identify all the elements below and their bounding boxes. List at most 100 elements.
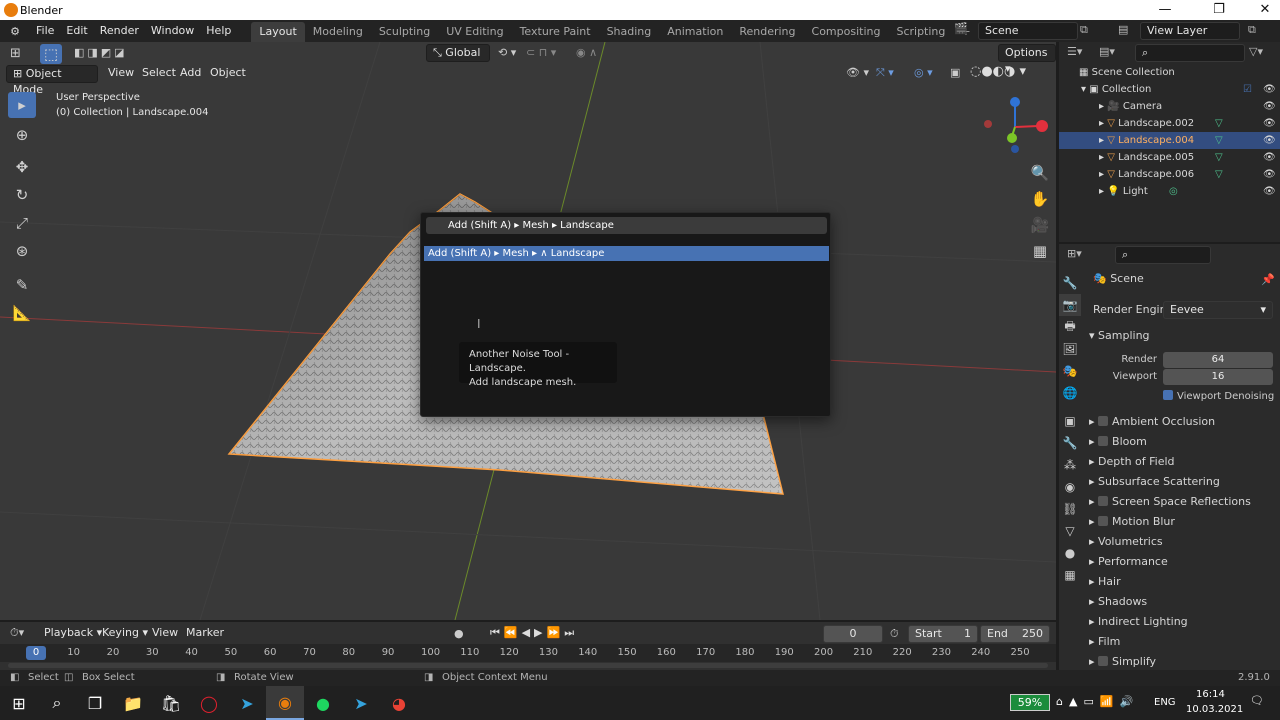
viewport-menu-add[interactable]: Add (174, 62, 207, 84)
proportional-edit-icon[interactable]: ◉ ∧ (576, 46, 597, 59)
measure-tool-icon[interactable]: 📐 (8, 300, 36, 326)
cursor-tool-icon[interactable]: ⊕ (8, 122, 36, 148)
tab-modeling[interactable]: Modeling (305, 22, 371, 42)
playback-controls-icon[interactable]: ⏮⏪◀▶⏩⏭ (490, 626, 578, 640)
render-tab-icon[interactable]: 📷 (1059, 294, 1081, 316)
outliner-scene-collection[interactable]: ▦ Scene Collection (1059, 64, 1280, 81)
spotify-icon[interactable]: ● (304, 686, 342, 720)
display-mode-icon[interactable]: ▤▾ (1099, 45, 1115, 58)
panel-performance[interactable]: ▸ Performance (1089, 552, 1280, 572)
eye-icon[interactable]: 👁 (1263, 183, 1276, 200)
store-icon[interactable]: 🛍 (152, 686, 190, 720)
panel-volumetrics[interactable]: ▸ Volumetrics (1089, 532, 1280, 552)
close-icon[interactable]: ✕ (1250, 2, 1280, 17)
checkbox-icon[interactable] (1098, 516, 1109, 526)
eye-icon[interactable]: 👁 (1263, 149, 1276, 166)
visibility-icon[interactable]: 👁 ▾ (846, 66, 869, 79)
battery-indicator[interactable]: 59% (1010, 694, 1050, 711)
windows-start-icon[interactable]: ⊞ (0, 686, 38, 720)
output-tab-icon[interactable]: 🖶 (1059, 316, 1081, 338)
new-scene-icon[interactable]: ⧉ (1080, 23, 1088, 37)
view-layer-icon[interactable]: ▤ (1118, 23, 1128, 36)
shading-mode-icons[interactable]: ◌●◐◑ ▾ (970, 64, 1026, 79)
blender-menu-icon[interactable]: ⚙ (0, 25, 30, 38)
pan-hand-icon[interactable]: ✋ (1026, 186, 1054, 212)
viewport-menu-object[interactable]: Object (204, 62, 252, 84)
menu-render[interactable]: Render (94, 20, 145, 42)
object-mode-dropdown[interactable]: ⊞ Object Mode (6, 65, 98, 96)
modifier-tab-icon[interactable]: 🔧 (1059, 432, 1081, 454)
clock-date[interactable]: 10.03.2021 (1186, 704, 1243, 715)
tab-layout[interactable]: Layout (251, 21, 305, 42)
physics-tab-icon[interactable]: ◉ (1059, 476, 1081, 498)
panel-depth-of-field[interactable]: ▸ Depth of Field (1089, 452, 1280, 472)
select-box-tool-icon[interactable]: ▸ (8, 92, 36, 118)
constraints-tab-icon[interactable]: ⛓ (1059, 498, 1081, 520)
current-frame-field[interactable]: 0 (823, 625, 883, 643)
tab-animation[interactable]: Animation (659, 22, 731, 42)
panel-subsurface-scattering[interactable]: ▸ Subsurface Scattering (1089, 472, 1280, 492)
annotate-tool-icon[interactable]: ✎ (8, 272, 36, 298)
scale-tool-icon[interactable]: ⤢ (8, 210, 36, 236)
outliner-editor-icon[interactable]: ☰▾ (1067, 45, 1082, 58)
view-layer-field[interactable]: View Layer (1140, 22, 1240, 40)
minimize-icon[interactable]: — (1150, 2, 1180, 17)
timeline-ruler[interactable]: 0 10 20 30 40 50 60 70 80 90 100 110 120 130 140 150 16… (0, 644, 1056, 662)
xray-icon[interactable]: ▣ (950, 66, 960, 79)
panel-screen-space-reflections[interactable]: ▸ Screen Space Reflections (1089, 492, 1280, 512)
properties-editor-icon[interactable]: ⊞▾ (1067, 247, 1082, 260)
properties-search-input[interactable]: ⌕ (1115, 246, 1211, 264)
search-result-landscape[interactable]: Add (Shift A) ▸ Mesh ▸ ∧ Landscape (424, 246, 829, 261)
maximize-icon[interactable]: ❐ (1204, 2, 1234, 17)
eye-icon[interactable]: 👁 (1263, 98, 1276, 115)
ortho-grid-icon[interactable]: ▦ (1026, 238, 1054, 264)
record-icon[interactable]: ● (454, 627, 464, 640)
blender-taskbar-icon[interactable]: ◉ (266, 686, 304, 720)
panel-shadows[interactable]: ▸ Shadows (1089, 592, 1280, 612)
tool-tab-icon[interactable]: 🔧 (1059, 272, 1081, 294)
checkbox-icon[interactable] (1098, 496, 1109, 506)
world-tab-icon[interactable]: 🌐 (1059, 382, 1081, 404)
select-tool-icon[interactable]: ⬚ (40, 44, 62, 64)
tab-uv-editing[interactable]: UV Editing (438, 22, 511, 42)
outliner-item-landscape-005[interactable]: ▸ ▽ Landscape.005 ▽ 👁 (1059, 149, 1280, 166)
telegram-icon[interactable]: ➤ (228, 686, 266, 720)
eye-icon[interactable]: 👁 (1263, 81, 1276, 98)
timeline-editor-icon[interactable]: ⏱▾ (10, 626, 24, 640)
outliner-item-landscape-004[interactable]: ▸ ▽ Landscape.004 ▽ 👁 (1059, 132, 1280, 149)
particles-tab-icon[interactable]: ⁂ (1059, 454, 1081, 476)
playhead[interactable]: 0 (26, 646, 46, 660)
tab-compositing[interactable]: Compositing (804, 22, 889, 42)
pin-icon[interactable]: 📌 (1261, 273, 1275, 286)
pivot-icon[interactable]: ⟲ ▾ (498, 46, 516, 59)
move-tool-icon[interactable]: ✥ (8, 154, 36, 180)
texture-tab-icon[interactable]: ▦ (1059, 564, 1081, 586)
camera-view-icon[interactable]: 🎥 (1026, 212, 1054, 238)
opera-icon[interactable]: ◯ (190, 686, 228, 720)
timeline-scrollbar[interactable] (8, 663, 1048, 668)
notification-icon[interactable]: 🗨 (1250, 694, 1264, 707)
checkbox-icon[interactable] (1098, 436, 1109, 446)
editor-type-icon[interactable]: ⊞ (10, 46, 21, 61)
checkbox-icon[interactable] (1098, 416, 1109, 426)
filter-icon[interactable]: ▽▾ (1249, 45, 1263, 58)
panel-motion-blur[interactable]: ▸ Motion Blur (1089, 512, 1280, 532)
menu-window[interactable]: Window (145, 20, 200, 42)
outliner-item-landscape-006[interactable]: ▸ ▽ Landscape.006 ▽ 👁 (1059, 166, 1280, 183)
start-frame-field[interactable]: Start 1 (908, 625, 978, 643)
overlay-icon[interactable]: ◎ ▾ (914, 66, 933, 79)
select-mode-icons[interactable]: ◧◨◩◪ (74, 46, 128, 59)
snap-icon[interactable]: ⊂ ⊓ ▾ (526, 46, 556, 59)
checkbox-icon[interactable] (1098, 656, 1109, 666)
telegram-desktop-icon[interactable]: ➤ (342, 686, 380, 720)
object-tab-icon[interactable]: ▣ (1059, 410, 1081, 432)
scene-tab-icon[interactable]: 🎭 (1059, 360, 1081, 382)
eye-icon[interactable]: 👁 (1263, 166, 1276, 183)
checkbox-icon[interactable]: ☑ (1243, 81, 1252, 98)
viewport-denoising-checkbox[interactable]: Viewport Denoising (1163, 390, 1274, 402)
panel-indirect-lighting[interactable]: ▸ Indirect Lighting (1089, 612, 1280, 632)
material-tab-icon[interactable]: ● (1059, 542, 1081, 564)
menu-edit[interactable]: Edit (60, 20, 93, 42)
menu-help[interactable]: Help (200, 20, 237, 42)
outliner-collection[interactable]: ▾ ▣ Collection ☑ 👁 (1059, 81, 1280, 98)
